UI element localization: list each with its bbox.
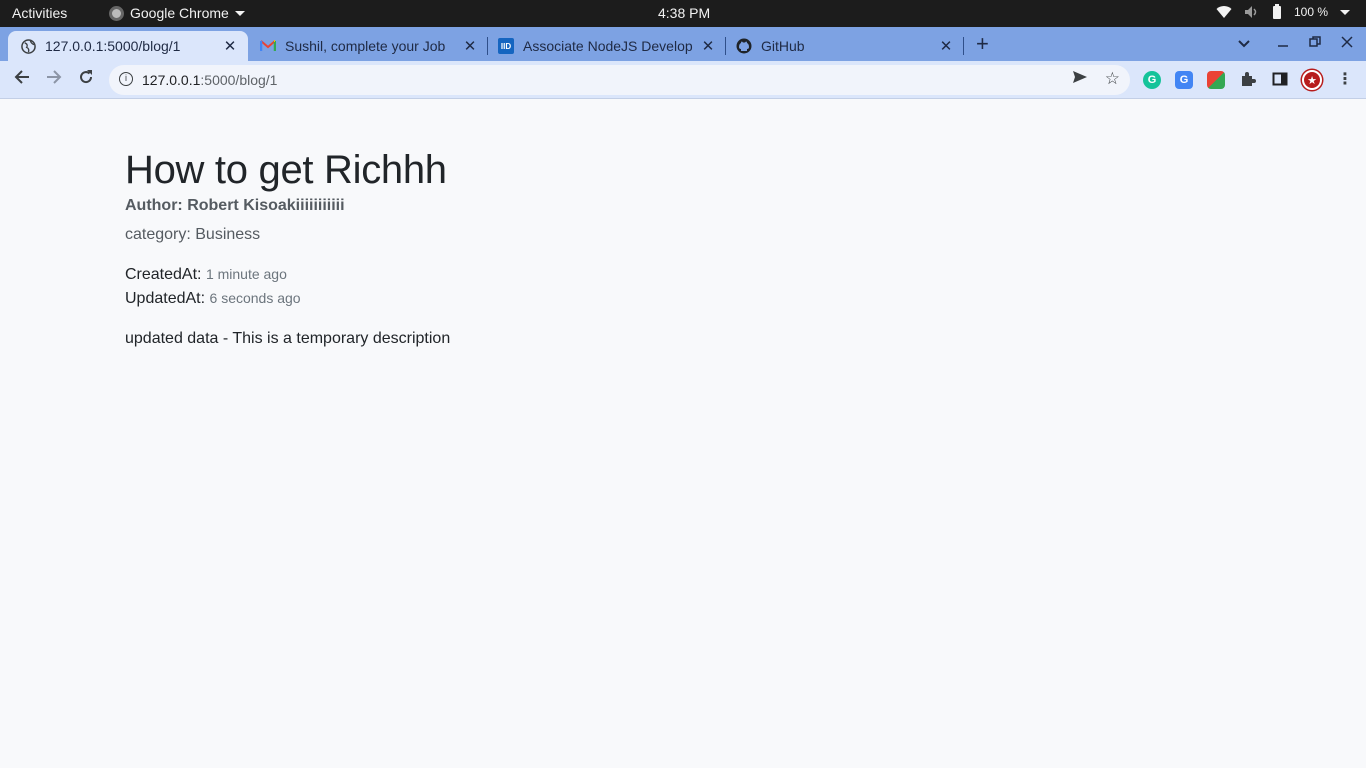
- updated-at: UpdatedAt: 6 seconds ago: [125, 290, 301, 308]
- system-tray[interactable]: 100 %: [1216, 4, 1350, 20]
- created-at-value: 1 minute ago: [205, 266, 287, 282]
- reload-icon: [80, 70, 93, 84]
- reload-button[interactable]: [75, 69, 97, 89]
- profile-avatar-icon[interactable]: ★: [1302, 70, 1322, 90]
- post-description: updated data - This is a temporary descr…: [125, 330, 451, 347]
- gmail-icon: [260, 38, 276, 54]
- globe-icon: [20, 38, 36, 54]
- extensions-puzzle-icon[interactable]: [1239, 71, 1257, 89]
- battery-percent: 100 %: [1293, 5, 1328, 19]
- info-icon[interactable]: i: [119, 72, 133, 86]
- send-to-device-icon[interactable]: [1072, 70, 1088, 88]
- system-top-bar: Activities Google Chrome 4:38 PM 100 %: [0, 0, 1366, 27]
- tab-title: 127.0.0.1:5000/blog/1: [45, 38, 181, 54]
- close-window-icon[interactable]: [1341, 35, 1353, 51]
- address-bar[interactable]: i 127.0.0.1:5000/blog/1 ☆: [109, 65, 1130, 95]
- created-at-label: CreatedAt:: [125, 266, 202, 283]
- forward-arrow-icon: [47, 70, 62, 84]
- battery-icon: [1272, 4, 1281, 19]
- grammarly-extension-icon[interactable]: G: [1143, 71, 1161, 89]
- tab-title: GitHub: [761, 38, 805, 54]
- restore-icon[interactable]: [1309, 35, 1321, 51]
- tab-strip: 127.0.0.1:5000/blog/1 ✕ Sushil, complete…: [0, 27, 1366, 61]
- close-tab-icon[interactable]: ✕: [220, 37, 240, 55]
- url-text[interactable]: 127.0.0.1:5000/blog/1: [142, 72, 277, 88]
- tab-search-icon[interactable]: [1238, 35, 1250, 51]
- updated-at-value: 6 seconds ago: [209, 290, 301, 306]
- close-tab-icon[interactable]: ✕: [936, 37, 956, 55]
- tab-title: Sushil, complete your Job: [285, 38, 446, 54]
- new-tab-button[interactable]: +: [976, 33, 989, 55]
- color-extension-icon[interactable]: [1207, 71, 1225, 89]
- post-title: How to get Richhh: [125, 148, 447, 192]
- chrome-menu-icon[interactable]: ⋮: [1336, 71, 1354, 89]
- tab-separator: [963, 37, 964, 55]
- post-author: Author: Robert Kisoakiiiiiiiiiii: [125, 197, 345, 214]
- tab-job-posting[interactable]: IID Associate NodeJS Develop ✕: [486, 31, 726, 61]
- app-name: Google Chrome: [130, 5, 229, 21]
- close-tab-icon[interactable]: ✕: [460, 37, 480, 55]
- url-path: :5000/blog/1: [200, 72, 278, 88]
- back-button[interactable]: [11, 69, 33, 89]
- url-host: 127.0.0.1: [142, 72, 201, 88]
- chevron-down-icon: [234, 10, 245, 16]
- created-at: CreatedAt: 1 minute ago: [125, 266, 287, 284]
- wifi-icon: [1216, 6, 1232, 19]
- back-arrow-icon: [14, 70, 29, 84]
- tab-gmail[interactable]: Sushil, complete your Job ✕: [248, 31, 488, 61]
- forward-button[interactable]: [43, 69, 65, 89]
- iide-icon: IID: [498, 38, 514, 54]
- app-menu[interactable]: Google Chrome: [109, 5, 245, 21]
- minimize-icon[interactable]: [1277, 35, 1289, 51]
- close-tab-icon[interactable]: ✕: [698, 37, 718, 55]
- tab-github[interactable]: GitHub ✕: [724, 31, 964, 61]
- browser-toolbar: i 127.0.0.1:5000/blog/1 ☆ G G ★ ⋮: [0, 61, 1366, 99]
- post-category: category: Business: [125, 226, 261, 243]
- github-icon: [736, 38, 752, 54]
- volume-icon: [1244, 6, 1257, 18]
- chrome-icon: [109, 5, 124, 21]
- tab-blog[interactable]: 127.0.0.1:5000/blog/1 ✕: [8, 31, 248, 61]
- google-translate-extension-icon[interactable]: G: [1175, 71, 1193, 89]
- bookmark-star-icon[interactable]: ☆: [1105, 69, 1120, 89]
- activities-button[interactable]: Activities: [12, 5, 67, 21]
- tab-title: Associate NodeJS Develop: [523, 38, 693, 54]
- side-panel-icon[interactable]: [1271, 71, 1289, 89]
- chevron-down-icon: [1340, 9, 1350, 15]
- clock[interactable]: 4:38 PM: [658, 5, 710, 21]
- updated-at-label: UpdatedAt:: [125, 290, 206, 307]
